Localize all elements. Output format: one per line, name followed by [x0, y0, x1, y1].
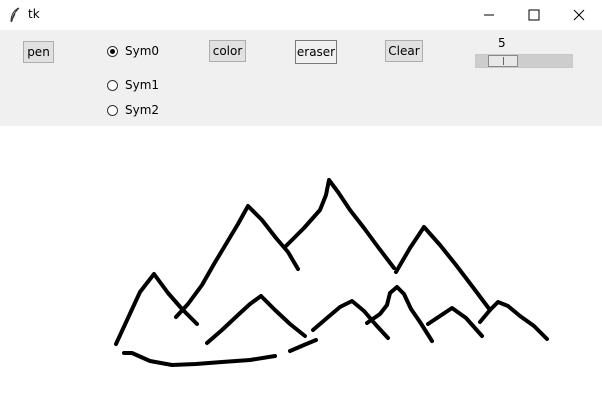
maximize-button[interactable] [511, 0, 557, 30]
stroke [311, 299, 390, 340]
stroke [365, 285, 434, 343]
radio-circle [107, 45, 118, 57]
clear-button[interactable]: Clear [385, 40, 423, 62]
minimize-icon [484, 14, 494, 16]
color-button[interactable]: color [209, 40, 246, 62]
minimize-button[interactable] [466, 0, 512, 30]
radio-label: Sym2 [125, 103, 160, 117]
radio-circle [107, 79, 118, 91]
stroke [283, 178, 396, 270]
radio-sym1[interactable]: Sym1 [107, 78, 159, 92]
stroke [288, 338, 318, 353]
toolbar: pen Sym0 Sym1 Sym2 color eraser Clear 5 [0, 31, 602, 126]
radio-label: Sym1 [125, 78, 160, 92]
slider-grip [503, 57, 504, 65]
feather-icon [10, 7, 20, 23]
scale-trough[interactable] [475, 54, 573, 68]
stroke [174, 204, 300, 319]
eraser-button[interactable]: eraser [295, 40, 337, 64]
radio-label: Sym0 [125, 44, 160, 58]
stroke [205, 294, 307, 345]
close-icon [573, 9, 585, 21]
radio-dot [110, 48, 115, 54]
stroke [426, 306, 484, 338]
scale-slider[interactable] [488, 55, 518, 67]
radio-circle [107, 104, 118, 116]
drawing-canvas[interactable] [0, 126, 602, 415]
stroke [394, 225, 492, 312]
scale-value: 5 [498, 36, 506, 50]
drawing-strokes [114, 178, 549, 367]
title-bar: tk [0, 0, 602, 31]
pen-button[interactable]: pen [23, 41, 54, 63]
radio-sym0[interactable]: Sym0 [107, 44, 159, 58]
close-button[interactable] [556, 0, 602, 30]
window-title: tk [28, 7, 40, 21]
radio-sym2[interactable]: Sym2 [107, 103, 159, 117]
stroke [478, 300, 549, 341]
stroke [122, 351, 277, 367]
maximize-icon [528, 9, 540, 21]
